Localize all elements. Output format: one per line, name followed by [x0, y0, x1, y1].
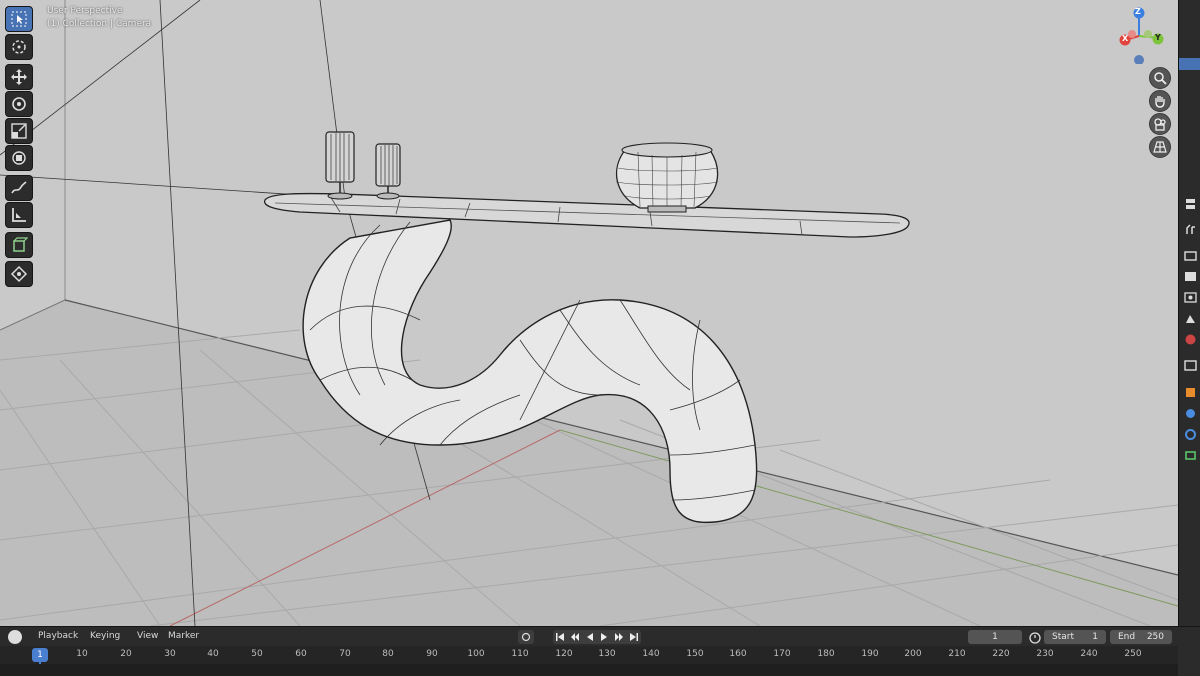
playback-menu[interactable]: Playback — [38, 631, 78, 641]
ruler-tick: 220 — [992, 649, 1010, 659]
3d-viewport[interactable]: User Perspective (1) Collection | Camera… — [0, 0, 1178, 626]
measure-icon[interactable] — [5, 202, 33, 228]
ruler-tick: 10 — [76, 649, 88, 659]
play-icon[interactable] — [599, 632, 609, 642]
ruler-tick: 240 — [1080, 649, 1098, 659]
y-axis-label: Y — [1155, 33, 1161, 42]
marker-menu[interactable]: Marker — [168, 631, 199, 641]
ruler-tick: 210 — [948, 649, 966, 659]
end-label: End — [1118, 632, 1136, 642]
ruler-tick: 250 — [1124, 649, 1142, 659]
ruler-tick: 170 — [773, 649, 791, 659]
auto-keying-icon[interactable] — [518, 630, 534, 644]
output-icon[interactable] — [1183, 248, 1197, 262]
ruler-tick: 60 — [295, 649, 307, 659]
zoom-icon[interactable] — [1149, 67, 1171, 89]
scene-icon[interactable] — [1183, 290, 1197, 304]
ruler-tick: 160 — [729, 649, 747, 659]
stopwatch-icon[interactable] — [1028, 630, 1042, 644]
view-mode-label: User Perspective — [47, 6, 123, 16]
timeline-sidebar — [1178, 646, 1200, 676]
ruler-tick: 20 — [120, 649, 132, 659]
object-icon[interactable] — [1183, 358, 1197, 372]
ruler-tick: 140 — [642, 649, 660, 659]
current-frame-field[interactable]: 1 — [968, 630, 1022, 644]
x-axis-label: X — [1122, 34, 1129, 43]
prev-keyframe-icon[interactable] — [570, 632, 580, 642]
edit-object-icon[interactable] — [5, 261, 33, 287]
next-keyframe-icon[interactable] — [614, 632, 624, 642]
candle-right — [375, 143, 401, 200]
add-cube-icon[interactable] — [5, 232, 33, 258]
active-tab-indicator — [1179, 58, 1200, 70]
properties-sidebar — [1178, 0, 1200, 626]
keying-menu[interactable]: Keying — [90, 631, 120, 641]
scale-icon[interactable] — [5, 118, 33, 144]
tabletop-mesh — [263, 192, 910, 238]
bowl-mesh — [615, 142, 719, 213]
ruler-tick: 70 — [339, 649, 351, 659]
ruler-tick: 190 — [861, 649, 879, 659]
ruler-tick: 110 — [511, 649, 529, 659]
move-icon[interactable] — [5, 64, 33, 90]
end-frame-field[interactable]: End 250 — [1110, 630, 1172, 644]
ruler-tick: 100 — [467, 649, 485, 659]
ruler-tick: 40 — [207, 649, 219, 659]
rotate-icon[interactable] — [5, 91, 33, 117]
orthographic-grid-icon[interactable] — [1149, 136, 1171, 158]
playhead[interactable]: 1 — [32, 648, 48, 662]
constraints-icon[interactable] — [1183, 427, 1197, 441]
ruler-tick: 150 — [686, 649, 704, 659]
physics-icon[interactable] — [1183, 406, 1197, 420]
jump-end-icon[interactable] — [629, 632, 639, 642]
camera-view-icon[interactable] — [1149, 113, 1171, 135]
view-menu[interactable]: View — [137, 631, 158, 641]
render-icon[interactable] — [1183, 222, 1197, 236]
view-layer-icon[interactable] — [1183, 269, 1197, 283]
scene-render — [0, 0, 1178, 626]
end-value: 250 — [1146, 632, 1164, 642]
frame-ruler[interactable]: 10 20 30 40 50 60 70 80 90 100 110 120 1… — [0, 646, 1178, 664]
clock-icon[interactable] — [8, 630, 22, 644]
world-icon[interactable] — [1183, 311, 1197, 325]
ruler-tick: 50 — [251, 649, 263, 659]
ruler-tick: 90 — [426, 649, 438, 659]
data-icon[interactable] — [1183, 448, 1197, 462]
collection-icon[interactable] — [1183, 332, 1197, 346]
start-frame-field[interactable]: Start 1 — [1044, 630, 1106, 644]
playback-controls — [553, 630, 641, 644]
candle-left — [325, 131, 355, 200]
ruler-tick: 80 — [382, 649, 394, 659]
z-axis-label: Z — [1135, 7, 1141, 16]
jump-start-icon[interactable] — [555, 632, 565, 642]
ruler-tick: 30 — [164, 649, 176, 659]
ruler-tick: 200 — [904, 649, 922, 659]
select-box-icon[interactable] — [5, 6, 33, 32]
timeline-track[interactable] — [0, 664, 1178, 676]
annotate-icon[interactable] — [5, 175, 33, 201]
ruler-tick: 230 — [1036, 649, 1054, 659]
transform-icon[interactable] — [5, 145, 33, 171]
pan-hand-icon[interactable] — [1149, 90, 1171, 112]
start-value: 1 — [1092, 632, 1098, 642]
collection-label: (1) Collection | Camera — [47, 19, 152, 29]
modifier-icon[interactable] — [1183, 385, 1197, 399]
cursor-icon[interactable] — [5, 34, 33, 60]
tool-icon[interactable] — [1183, 196, 1197, 210]
ruler-tick: 130 — [598, 649, 616, 659]
start-label: Start — [1052, 632, 1074, 642]
navigation-gizmo[interactable]: Z X Y — [1112, 4, 1172, 65]
play-reverse-icon[interactable] — [585, 632, 595, 642]
timeline-header: Playback Keying View Marker 1 Start 1 En… — [0, 626, 1200, 647]
ruler-tick: 120 — [555, 649, 573, 659]
ruler-tick: 180 — [817, 649, 835, 659]
